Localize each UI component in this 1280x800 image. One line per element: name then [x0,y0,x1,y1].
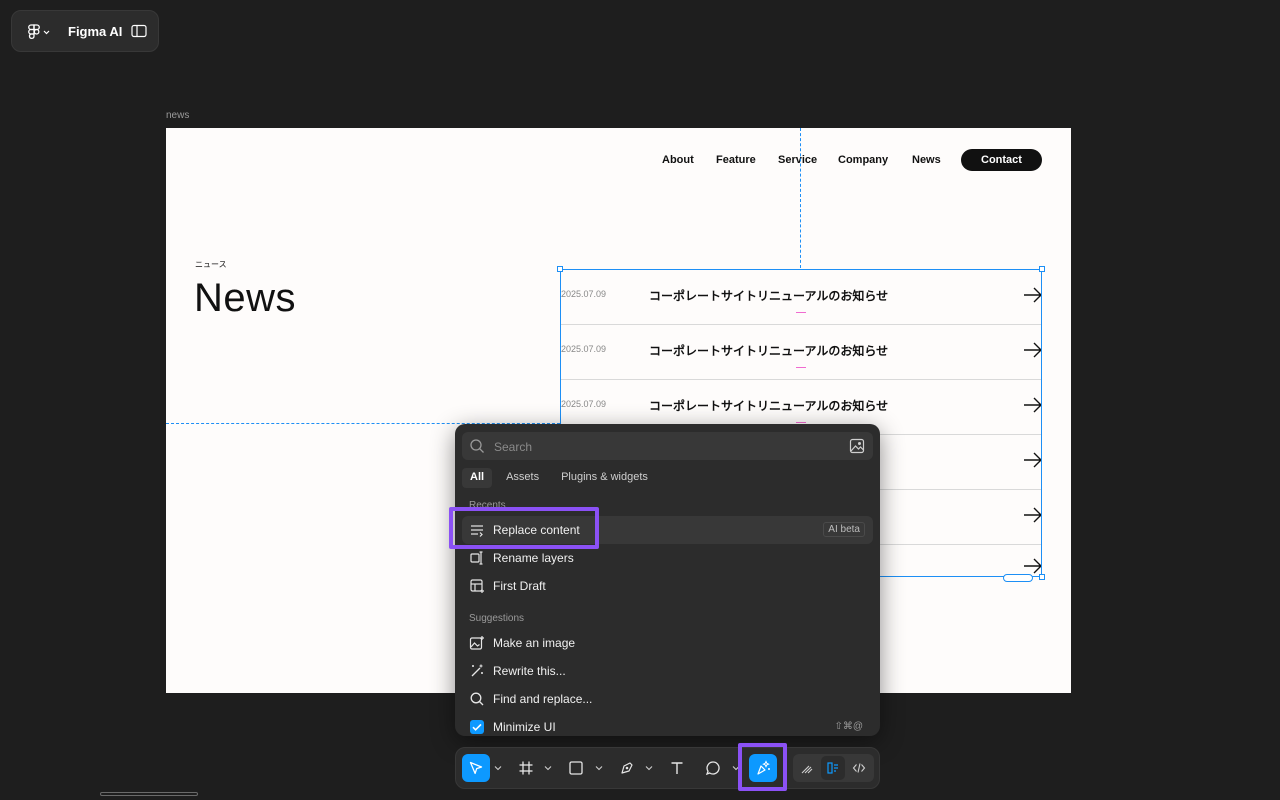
resize-handle-tl[interactable] [557,266,563,272]
action-label: Find and replace... [493,692,593,706]
nav-company[interactable]: Company [838,154,888,166]
move-tool[interactable] [462,754,490,782]
action-first-draft[interactable]: First Draft [462,572,873,600]
dev-mode-button[interactable] [847,756,871,780]
tutorial-highlight-actions-button [738,743,787,791]
frame-label[interactable]: news [166,110,189,121]
rectangle-icon [569,761,583,775]
mode-switcher [793,754,874,782]
quick-actions-tabs: All Assets Plugins & widgets [462,468,656,488]
nav-news[interactable]: News [912,154,941,166]
search-input[interactable] [492,432,836,462]
nav-service[interactable]: Service [778,154,817,166]
action-find-replace[interactable]: Find and replace... [462,685,873,713]
frame-icon [519,761,533,775]
draw-icon [801,765,813,774]
toggle-sidebar-icon[interactable] [131,24,147,38]
design-mode-button[interactable] [821,756,845,780]
nav-about[interactable]: About [662,154,694,166]
auto-layout-handle[interactable] [1003,574,1033,582]
bottom-toolbar [455,747,880,789]
tutorial-highlight-replace-content [449,507,599,549]
rename-layers-icon [470,551,483,565]
pen-icon [621,762,633,774]
image-search-icon[interactable] [849,438,865,454]
comment-tool[interactable] [699,754,727,782]
text-icon [671,762,683,774]
resize-handle-tr[interactable] [1039,266,1045,272]
checkbox-icon[interactable] [470,720,484,734]
action-label: Make an image [493,636,576,650]
app-title: Figma AI [68,24,123,39]
action-label: Rename layers [493,551,574,565]
app-menu-pill: Figma AI [11,10,159,52]
resize-handle-br[interactable] [1039,574,1045,580]
keyboard-shortcut: ⇧⌘@ [834,721,863,732]
search-icon [470,692,484,706]
section-heading: News [194,276,297,320]
cursor-icon [469,761,483,775]
action-make-image[interactable]: Make an image [462,629,873,657]
draw-mode-button[interactable] [795,756,819,780]
figma-logo-icon[interactable] [26,23,52,41]
chevron-down-icon[interactable] [494,765,502,771]
layout-guide-vertical [800,128,801,268]
action-label: Minimize UI [493,720,556,734]
section-kicker: ニュース [195,260,227,269]
tab-all[interactable]: All [462,468,493,488]
chevron-down-icon[interactable] [595,765,603,771]
chevron-down-icon[interactable] [645,765,653,771]
quick-actions-search[interactable] [462,432,873,462]
action-label: First Draft [493,579,546,593]
action-minimize-ui[interactable]: Minimize UI ⇧⌘@ [462,713,873,736]
make-image-icon [469,636,484,650]
contact-button[interactable]: Contact [961,149,1042,171]
magic-wand-icon [471,664,483,677]
chevron-down-icon[interactable] [544,765,552,771]
search-icon [470,439,484,453]
ai-beta-badge: AI beta [823,522,865,537]
action-label: Rewrite this... [493,664,566,678]
tab-plugins-widgets[interactable]: Plugins & widgets [553,468,656,488]
tab-assets[interactable]: Assets [498,468,547,488]
rectangle-tool[interactable] [562,754,590,782]
design-icon [827,762,838,774]
site-nav: About Feature Service Company News Conta… [166,128,1071,192]
code-icon [852,763,866,773]
nav-feature[interactable]: Feature [716,154,756,166]
pen-tool[interactable] [613,754,641,782]
comment-icon [705,761,720,776]
quick-actions-panel: All Assets Plugins & widgets Recents Rep… [455,424,880,736]
horizontal-scrollbar[interactable] [100,792,198,796]
first-draft-icon [470,579,484,593]
action-rewrite-this[interactable]: Rewrite this... [462,657,873,685]
frame-tool[interactable] [512,754,540,782]
text-tool[interactable] [663,754,691,782]
suggestions-heading: Suggestions [469,613,525,624]
